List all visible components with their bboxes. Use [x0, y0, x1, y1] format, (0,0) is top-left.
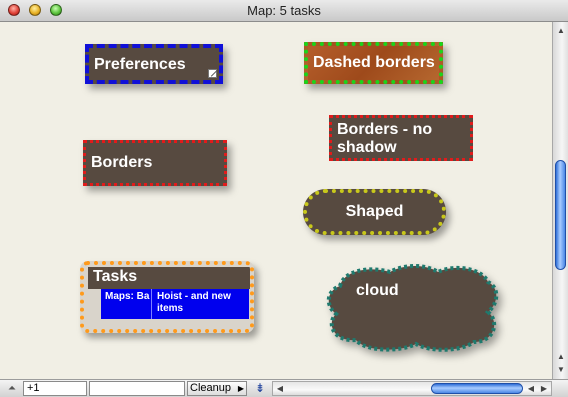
note-borders-no-shadow[interactable]: Borders - no shadow	[329, 115, 473, 161]
scroll-up-icon[interactable]: ▲	[554, 24, 568, 37]
bottom-toolbar: ⏶ +1 Cleanup ▶ ⇟ ◀ ◀ ▶	[0, 379, 568, 397]
resize-handle-icon[interactable]	[208, 69, 217, 78]
note-dashed-borders[interactable]: Dashed borders	[304, 42, 443, 84]
scroll-left-icon[interactable]: ◀	[525, 382, 537, 395]
note-cloud[interactable]: cloud	[322, 262, 502, 354]
scroll-up-icon[interactable]: ▲	[554, 350, 568, 363]
container-label: Tasks	[93, 268, 138, 285]
container-header[interactable]: Tasks	[88, 267, 250, 289]
note-label: Shaped	[345, 203, 404, 220]
title-bar[interactable]: Map: 5 tasks	[0, 0, 568, 22]
cleanup-popup-button[interactable]: Cleanup ▶	[187, 381, 247, 396]
chevron-right-icon: ▶	[237, 384, 244, 393]
note-label: Borders - no shadow	[337, 121, 433, 156]
insert-icon[interactable]: ⇟	[251, 381, 269, 396]
map-canvas[interactable]: Preferences Dashed borders Borders Borde…	[0, 22, 552, 379]
search-input[interactable]	[89, 381, 185, 396]
note-shaped[interactable]: Shaped	[303, 189, 446, 235]
vertical-scroll-thumb[interactable]	[555, 160, 566, 270]
note-borders[interactable]: Borders	[83, 140, 227, 186]
cloud-shape	[326, 264, 499, 352]
cleanup-label: Cleanup	[190, 382, 231, 394]
container-tasks[interactable]: Tasks Maps: Ba longer sc Hoist - and new…	[80, 261, 254, 333]
note-label: Preferences	[94, 56, 186, 73]
note-label: Dashed borders	[313, 54, 435, 71]
note-preferences[interactable]: Preferences	[85, 44, 223, 84]
scroll-right-icon[interactable]: ▶	[538, 382, 550, 395]
vertical-scrollbar[interactable]: ▲ ▲ ▼	[552, 22, 568, 379]
note-label: Borders	[91, 154, 153, 171]
scroll-down-icon[interactable]: ▼	[554, 363, 568, 376]
arrow-up-icon[interactable]: ⏶	[3, 381, 21, 396]
horizontal-scroll-thumb[interactable]	[431, 383, 523, 394]
app-window: Map: 5 tasks Preferences Dashed borders …	[0, 0, 568, 397]
child-note-hoist[interactable]: Hoist - and new items	[151, 289, 249, 319]
note-label: cloud	[356, 282, 399, 299]
horizontal-scrollbar[interactable]: ◀ ◀ ▶	[272, 381, 552, 396]
scroll-left-icon[interactable]: ◀	[274, 382, 286, 395]
level-field[interactable]: +1	[23, 381, 87, 396]
window-title: Map: 5 tasks	[247, 3, 321, 18]
child-note-maps[interactable]: Maps: Ba longer sc	[101, 289, 151, 319]
